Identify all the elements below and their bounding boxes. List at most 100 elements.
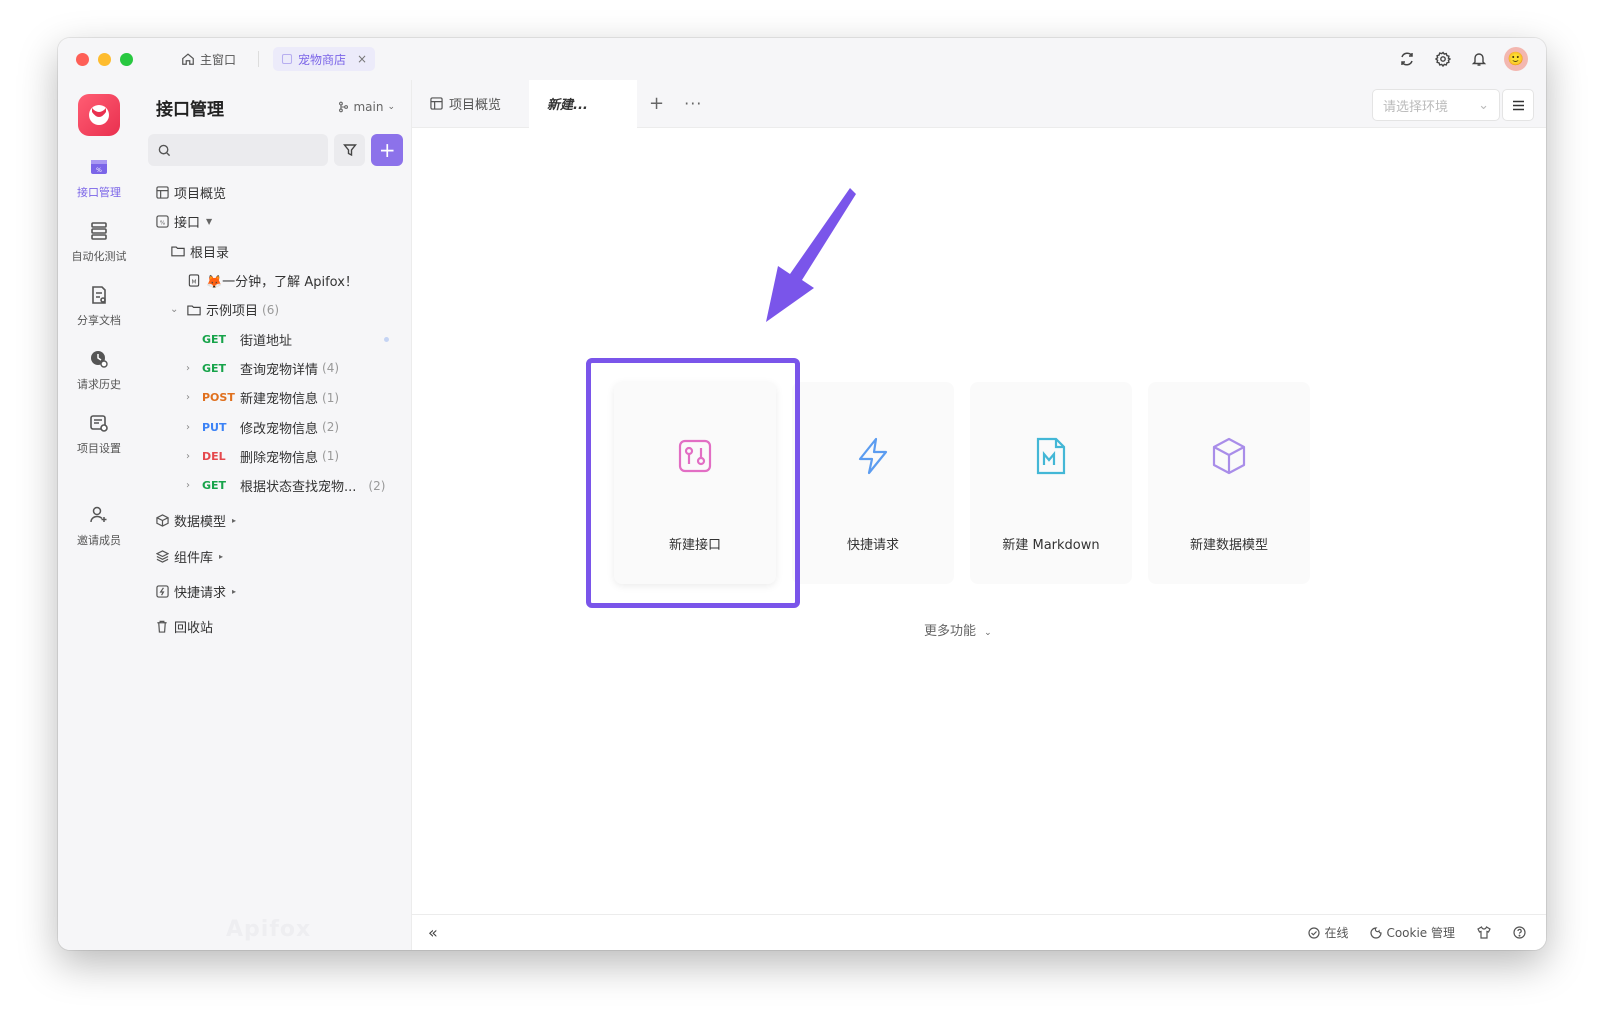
history-clock-icon: [91, 351, 108, 368]
chevron-right-icon[interactable]: ›: [186, 451, 190, 462]
chevron-right-icon[interactable]: ›: [186, 480, 190, 491]
new-data-model-card[interactable]: 新建数据模型: [1148, 382, 1310, 584]
chevron-right-icon[interactable]: ›: [186, 363, 190, 374]
window-tab-petstore[interactable]: 宠物商店 ×: [273, 47, 376, 71]
search-box: [148, 134, 328, 166]
rail-item-label: 邀请成员: [77, 534, 121, 547]
endpoint-label: 修改宠物信息: [240, 421, 319, 437]
api-tree-panel: 接口管理 main ⌄ + 项目概览 % 接口 ▼ 根目录 M 🦊一分钟，了解 …: [140, 80, 412, 950]
caret-right-icon: ▸: [232, 516, 237, 526]
tab-label: 新建...: [547, 98, 588, 113]
branch-name: main: [353, 100, 384, 114]
branch-icon: [339, 101, 349, 113]
tree-item-trash[interactable]: 回收站: [140, 612, 411, 641]
branch-selector[interactable]: main ⌄: [338, 100, 395, 114]
rail-item-api-management[interactable]: % 接口管理: [77, 156, 121, 200]
tree-item-data-models[interactable]: 数据模型 ▸: [140, 506, 411, 535]
refresh-icon[interactable]: [1396, 48, 1418, 70]
item-count: (2): [368, 478, 386, 493]
item-count: (1): [322, 449, 340, 464]
tree-item-example-folder[interactable]: ⌄ 示例项目 (6): [140, 295, 411, 324]
add-tab-button[interactable]: +: [649, 93, 664, 114]
minimize-window-button[interactable]: [98, 52, 111, 66]
more-tabs-icon[interactable]: ···: [684, 94, 702, 113]
endpoint-row[interactable]: › POST 新建宠物信息 (1): [140, 383, 411, 412]
bell-icon[interactable]: [1468, 48, 1490, 70]
rail-item-request-history[interactable]: 请求历史: [77, 348, 121, 392]
method-badge: GET: [202, 361, 227, 375]
tree-item-overview[interactable]: 项目概览: [140, 178, 411, 207]
endpoint-row[interactable]: › PUT 修改宠物信息 (2): [140, 412, 411, 441]
tree-item-label: 示例项目: [206, 304, 259, 320]
main-area: 项目概览 新建... + ··· 请选择环境 ⌄ 新建接口 快捷请求 新建 Ma…: [412, 79, 1546, 950]
chevron-right-icon[interactable]: ›: [186, 392, 190, 403]
help-icon[interactable]: [1513, 926, 1526, 939]
endpoint-row[interactable]: › GET 查询宠物详情 (4): [140, 354, 411, 383]
filter-button[interactable]: [333, 134, 366, 166]
new-markdown-card[interactable]: 新建 Markdown: [970, 382, 1132, 584]
online-label: 在线: [1324, 926, 1349, 940]
chevron-down-icon[interactable]: ⌄: [170, 304, 178, 315]
settings-gear-icon[interactable]: [1432, 48, 1454, 70]
tree-item-interfaces[interactable]: % 接口 ▼: [140, 207, 411, 236]
window-tab-label: 宠物商店: [298, 52, 347, 67]
cookie-manager[interactable]: Cookie 管理: [1370, 924, 1455, 941]
hamburger-menu-icon: [1512, 100, 1524, 110]
rail-item-label: 分享文档: [77, 314, 121, 327]
rail-item-label: 项目设置: [77, 442, 121, 455]
trash-icon: [154, 620, 170, 633]
more-label: 更多功能: [924, 624, 977, 639]
endpoint-label: 新建宠物信息: [240, 392, 319, 408]
status-dot: [384, 336, 389, 342]
new-api-card[interactable]: 新建接口: [614, 382, 776, 584]
tree-search-input[interactable]: [177, 143, 327, 157]
maximize-window-button[interactable]: [120, 52, 133, 66]
online-status[interactable]: 在线: [1308, 924, 1348, 941]
card-label: 新建 Markdown: [1002, 538, 1100, 553]
environment-placeholder: 请选择环境: [1383, 99, 1449, 115]
endpoint-row[interactable]: GET 街道地址: [140, 324, 411, 353]
collapse-sidebar-icon[interactable]: «: [428, 923, 438, 942]
quick-request-card[interactable]: 快捷请求: [792, 382, 954, 584]
lightning-box-icon: [154, 585, 170, 598]
tree-item-root-folder[interactable]: 根目录: [140, 237, 411, 266]
window-controls: [76, 52, 133, 66]
method-badge: PUT: [202, 420, 227, 434]
rail-item-project-settings[interactable]: 项目设置: [77, 412, 121, 456]
window-tabs: 主窗口 宠物商店 ×: [173, 47, 376, 71]
close-tab-icon[interactable]: ×: [357, 52, 367, 66]
method-badge: DEL: [202, 449, 226, 463]
method-badge: GET: [202, 332, 227, 346]
close-window-button[interactable]: [76, 52, 89, 66]
tree-item-quick-requests[interactable]: 快捷请求 ▸: [140, 577, 411, 606]
tree-item-components[interactable]: 组件库 ▸: [140, 542, 411, 571]
theme-shirt-icon[interactable]: [1477, 926, 1491, 939]
user-avatar[interactable]: 🙂: [1504, 47, 1528, 71]
card-label: 新建接口: [668, 538, 721, 553]
tree-item-markdown-doc[interactable]: M 🦊一分钟，了解 Apifox！: [140, 266, 411, 295]
automation-test-icon: [91, 222, 107, 240]
rail-item-automation-test[interactable]: 自动化测试: [72, 220, 127, 264]
tree-item-label: 根目录: [190, 245, 230, 261]
item-count: (1): [322, 390, 340, 405]
cookie-label: Cookie 管理: [1386, 926, 1455, 940]
more-features-link[interactable]: 更多功能 ⌄: [924, 620, 992, 639]
menu-button[interactable]: [1502, 89, 1534, 121]
add-item-button[interactable]: +: [371, 134, 403, 166]
rail-item-invite-members[interactable]: 邀请成员: [77, 504, 121, 548]
tab-project-overview[interactable]: 项目概览: [412, 80, 519, 128]
endpoint-label: 根据状态查找宠物...: [240, 480, 357, 496]
tree-item-label: 数据模型: [174, 515, 227, 531]
rail-item-label: 请求历史: [77, 378, 121, 391]
rail-item-shared-docs[interactable]: 分享文档: [77, 284, 121, 328]
window-tab-home[interactable]: 主窗口: [173, 47, 244, 71]
tree-item-label: 回收站: [174, 621, 214, 637]
environment-select[interactable]: 请选择环境 ⌄: [1372, 89, 1500, 121]
markdown-file-icon: M: [186, 274, 202, 287]
tab-new[interactable]: 新建...: [529, 79, 638, 128]
chevron-right-icon[interactable]: ›: [186, 422, 190, 433]
cookie-icon: [1370, 926, 1383, 939]
quick-create-cards: 新建接口 快捷请求 新建 Markdown 新建数据模型: [614, 382, 1310, 584]
endpoint-row[interactable]: › GET 根据状态查找宠物... (2): [140, 471, 411, 500]
endpoint-row[interactable]: › DEL 删除宠物信息 (1): [140, 442, 411, 471]
